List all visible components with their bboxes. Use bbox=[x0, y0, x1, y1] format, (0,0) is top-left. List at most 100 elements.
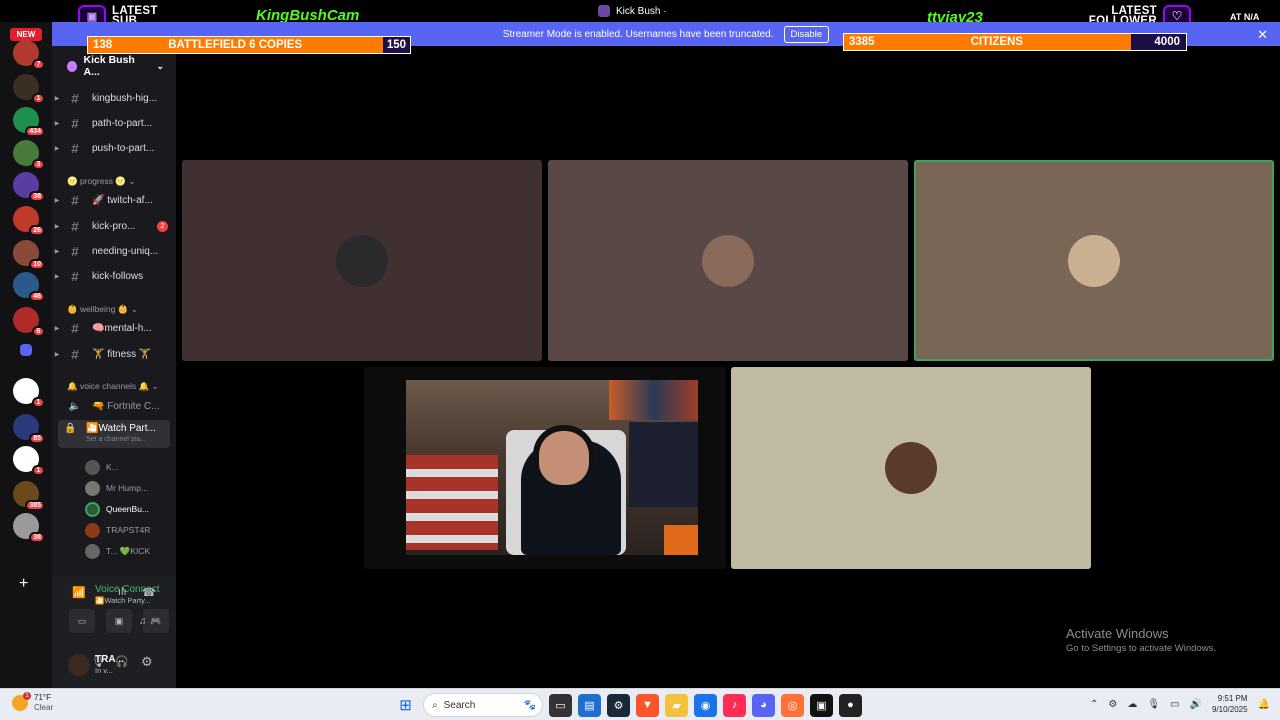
category-voice-channels[interactable]: 🔔 voice channels 🔔 ⌄ bbox=[67, 381, 159, 392]
unread-dot-icon: ▶ bbox=[54, 197, 60, 204]
chrome-icon[interactable]: ◉ bbox=[694, 693, 717, 717]
watermark-subtitle: Go to Settings to activate Windows. bbox=[1066, 643, 1216, 654]
server-icon[interactable]: 385 bbox=[13, 481, 45, 511]
voice-member[interactable]: TRAPST4R bbox=[85, 522, 150, 538]
user-panel: TRA... In v... bbox=[52, 646, 176, 688]
participant-tile[interactable] bbox=[182, 160, 542, 361]
notification-badge: 7 bbox=[32, 59, 45, 70]
search-box[interactable]: ⌕ Search 🐾 bbox=[423, 693, 543, 717]
tiktok-icon[interactable]: ♪ bbox=[723, 693, 746, 717]
avatar[interactable] bbox=[68, 654, 90, 676]
disconnect-icon[interactable]: ☎ bbox=[142, 586, 156, 599]
channel-kingbush-highlights[interactable]: ▶ # kingbush-hig... bbox=[52, 88, 176, 108]
video-off-button[interactable]: ▭ bbox=[69, 609, 95, 633]
windows-start-icon[interactable]: ⊞ bbox=[394, 694, 417, 717]
member-name: K... bbox=[106, 462, 119, 472]
brave-icon[interactable]: ▼ bbox=[636, 693, 659, 717]
microphone-icon[interactable]: 🎙 bbox=[1147, 699, 1160, 710]
file-explorer-icon[interactable]: ▤ bbox=[578, 693, 601, 717]
microphone-icon[interactable]: 🎙 bbox=[91, 655, 105, 668]
hash-icon: # bbox=[71, 346, 79, 362]
server-icon[interactable]: 7 bbox=[13, 40, 45, 70]
notification-icon[interactable]: 🔔 bbox=[1258, 699, 1270, 710]
category-progress[interactable]: 🌝 progress 🌝 ⌄ bbox=[67, 176, 135, 187]
weather-widget[interactable]: 1 71°F Clear bbox=[12, 692, 53, 713]
weather-temp: 71°F bbox=[34, 693, 51, 702]
headphones-icon[interactable]: 🎧 bbox=[115, 655, 129, 668]
cloud-icon[interactable]: ☁ bbox=[1127, 699, 1137, 710]
voice-member[interactable]: K... bbox=[85, 459, 119, 475]
server-icon[interactable]: 38 bbox=[13, 513, 45, 543]
goal-label: BATTLEFIELD 6 COPIES bbox=[168, 39, 303, 51]
gear-icon[interactable]: ⚙ bbox=[141, 654, 153, 670]
channel-mental-health[interactable]: ▶ # 🧠mental-h... bbox=[52, 318, 176, 338]
avatar bbox=[85, 480, 100, 496]
category-wellbeing[interactable]: 👶 wellbeing 👶 ⌄ bbox=[67, 304, 138, 315]
server-icon[interactable]: 3 bbox=[13, 140, 45, 170]
channel-path-to-partner[interactable]: ▶ # path-to-part... bbox=[52, 113, 176, 133]
clock[interactable]: 9:51 PM 9/10/2025 bbox=[1212, 693, 1248, 715]
network-icon[interactable]: ▭ bbox=[1170, 699, 1179, 710]
server-icon[interactable]: 6 bbox=[13, 307, 45, 337]
channel-label: push-to-part... bbox=[92, 142, 155, 154]
voice-channel-watch-party[interactable]: 🔒 🎦Watch Part... Set a channel sta... bbox=[58, 420, 170, 448]
participant-tile[interactable] bbox=[548, 160, 908, 361]
discord-icon[interactable]: ◕ bbox=[752, 693, 775, 717]
server-icon[interactable]: 434 bbox=[13, 107, 45, 137]
server-icon[interactable]: 38 bbox=[13, 172, 45, 202]
system-tray: ⌃ ⚙ ☁ 🎙 ▭ 🔊 9:51 PM 9/10/2025 🔔 bbox=[1090, 693, 1270, 715]
steam-icon[interactable]: ⚙ bbox=[607, 693, 630, 717]
server-icon[interactable]: 1 bbox=[13, 74, 45, 104]
soundboard-icon[interactable]: ♫ bbox=[139, 616, 147, 627]
channel-kick-follows[interactable]: ▶ # kick-follows bbox=[52, 266, 176, 286]
voice-member[interactable]: T... 💚KICK bbox=[85, 543, 150, 559]
goal-max: 4000 bbox=[1131, 34, 1186, 50]
server-icon[interactable]: 1 bbox=[13, 446, 45, 476]
firefox-icon[interactable]: ◎ bbox=[781, 693, 804, 717]
window-title: Kick Bush · bbox=[598, 5, 667, 17]
member-name: TRAPST4R bbox=[106, 525, 151, 535]
channel-fitness[interactable]: ▶ # 🏋 fitness 🏋 bbox=[52, 344, 176, 364]
server-icon[interactable]: 26 bbox=[13, 206, 45, 236]
participant-tile[interactable] bbox=[731, 367, 1091, 569]
goal-current: 3385 bbox=[849, 36, 875, 48]
channel-push-to-partner[interactable]: ▶ # push-to-part... bbox=[52, 138, 176, 158]
participant-tile[interactable] bbox=[914, 160, 1274, 361]
close-icon[interactable]: ✕ bbox=[1257, 27, 1268, 43]
notification-badge: 46 bbox=[29, 291, 45, 302]
voice-channel-fortnite[interactable]: 🔈 🔫 Fortnite C... bbox=[52, 396, 176, 416]
server-icon[interactable]: 46 bbox=[13, 272, 45, 302]
channel-kick-pro[interactable]: ▶ # kick-pro... 2 bbox=[52, 216, 176, 236]
voice-status-panel: 📶 Voice Connect 🎦Watch Party... ılı ☎ ▭ … bbox=[52, 576, 176, 688]
nvidia-icon[interactable]: ▣ bbox=[810, 693, 833, 717]
server-header[interactable]: Kick Bush A... ⌄ bbox=[52, 54, 176, 78]
server-icon[interactable]: 10 bbox=[13, 240, 45, 270]
activity-button[interactable]: 🎮 bbox=[143, 609, 169, 633]
screen-share-button[interactable]: ▣ bbox=[106, 609, 132, 633]
chevron-up-icon[interactable]: ⌃ bbox=[1090, 699, 1098, 710]
server-icon[interactable]: 85 bbox=[13, 414, 45, 444]
app-icon[interactable]: ● bbox=[839, 693, 862, 717]
volume-icon[interactable]: 🔊 bbox=[1190, 699, 1202, 710]
signal-icon[interactable]: 📶 bbox=[72, 586, 86, 599]
steam-tray-icon[interactable]: ⚙ bbox=[1108, 699, 1117, 710]
lock-icon: 🔒 bbox=[64, 423, 77, 434]
channel-twitch-affiliate[interactable]: ▶ # 🚀 twitch-af... bbox=[52, 190, 176, 210]
hash-icon: # bbox=[71, 268, 79, 284]
server-icon[interactable] bbox=[20, 344, 32, 356]
mention-badge: 2 bbox=[157, 220, 168, 232]
channel-label: kick-follows bbox=[92, 270, 144, 282]
member-name: T... 💚KICK bbox=[106, 545, 151, 556]
disable-button[interactable]: Disable bbox=[783, 25, 830, 43]
add-server-icon[interactable]: + bbox=[19, 575, 28, 593]
noise-suppression-icon[interactable]: ılı bbox=[118, 586, 127, 598]
folder-icon[interactable]: ▰ bbox=[665, 693, 688, 717]
voice-member[interactable]: QueenBu... bbox=[85, 501, 149, 517]
date: 9/10/2025 bbox=[1211, 705, 1248, 714]
server-icon[interactable]: 1 bbox=[13, 378, 45, 408]
channel-needing-unique[interactable]: ▶ # needing-uniq... bbox=[52, 241, 176, 261]
voice-member[interactable]: Mr Hump... bbox=[85, 480, 148, 496]
speaker-icon: 🔈 bbox=[68, 400, 82, 412]
task-view-icon[interactable]: ▭ bbox=[549, 693, 572, 717]
notification-badge: 26 bbox=[29, 225, 45, 236]
